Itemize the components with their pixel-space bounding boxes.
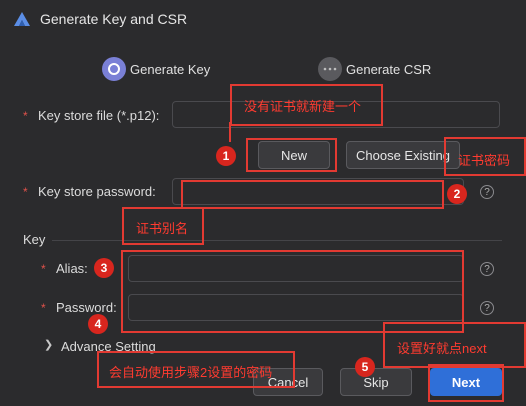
step-generate-csr-icon — [318, 57, 342, 81]
annotation-box-key-fields — [121, 250, 464, 333]
section-divider — [52, 240, 502, 241]
annotation-text-1: 没有证书就新建一个 — [244, 99, 362, 114]
alias-label: Alias: — [56, 261, 88, 276]
keystore-file-label: Key store file (*.p12): — [38, 108, 160, 123]
step-generate-key-icon — [102, 57, 126, 81]
step-generate-key-label: Generate Key — [130, 62, 211, 77]
required-mark: * — [23, 185, 28, 199]
annotation-box-password — [181, 180, 444, 209]
annotation-number-2: 2 — [447, 184, 467, 204]
help-icon[interactable]: ? — [480, 185, 494, 199]
annotation-text-5: 设置好就点next — [397, 341, 487, 356]
app-logo-icon — [14, 12, 30, 26]
chevron-right-icon[interactable]: ❯ — [44, 338, 53, 351]
window-title: Generate Key and CSR — [40, 11, 188, 27]
password-label: Password: — [56, 300, 117, 315]
annotation-text-4: 会自动使用步骤2设置的密码 — [109, 365, 273, 380]
annotation-connector — [229, 122, 231, 142]
annotation-text-3: 证书别名 — [136, 221, 189, 236]
annotation-number-3: 3 — [94, 258, 114, 278]
annotation-number-1: 1 — [216, 146, 236, 166]
annotation-number-5: 5 — [355, 357, 375, 377]
skip-button[interactable]: Skip — [340, 368, 412, 396]
annotation-box-next — [428, 364, 504, 402]
required-mark: * — [23, 109, 28, 123]
choose-existing-button[interactable]: Choose Existing — [346, 141, 460, 169]
annotation-number-4: 4 — [88, 314, 108, 334]
required-mark: * — [41, 301, 46, 315]
help-icon[interactable]: ? — [480, 262, 494, 276]
annotation-text-2: 证书密码 — [458, 153, 511, 168]
dots-icon — [323, 67, 337, 71]
title-bar: Generate Key and CSR — [0, 0, 526, 38]
help-icon[interactable]: ? — [480, 301, 494, 315]
keystore-password-label: Key store password: — [38, 184, 156, 199]
key-section-label: Key — [23, 232, 46, 247]
step-generate-csr-label: Generate CSR — [346, 62, 432, 77]
required-mark: * — [41, 262, 46, 276]
annotation-box-new — [246, 138, 337, 172]
